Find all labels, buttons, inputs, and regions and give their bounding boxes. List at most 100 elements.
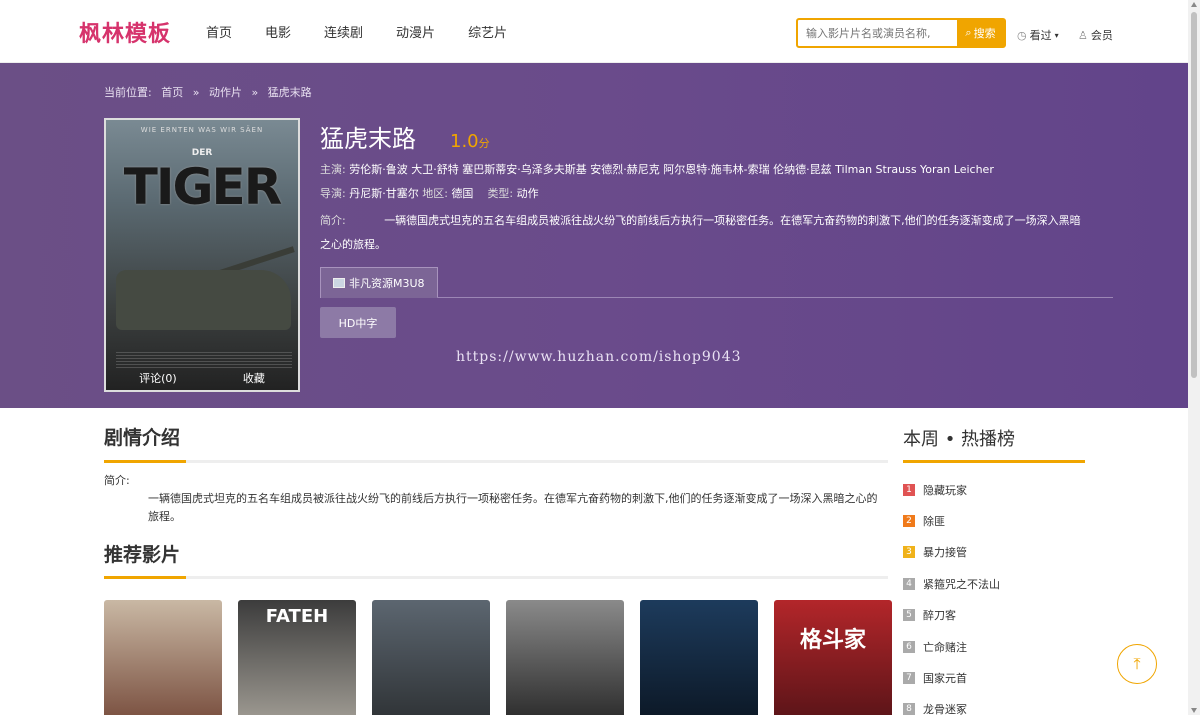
nav-home[interactable]: 首页 <box>206 22 232 41</box>
flag-icon <box>333 278 345 288</box>
breadcrumb: 当前位置: 首页 » 动作片 » 猛虎末路 <box>104 84 318 100</box>
watermark-text: https://www.huzhan.com/ishop9043 <box>456 349 742 365</box>
tank-illustration <box>116 270 291 330</box>
search-input[interactable] <box>798 20 957 46</box>
caret-down-icon: ▾ <box>1054 30 1059 40</box>
comments-link[interactable]: 评论(0) <box>139 370 177 386</box>
back-to-top-button[interactable]: ⤒ <box>1117 644 1157 684</box>
nav-series[interactable]: 连续剧 <box>324 22 363 41</box>
ranking-title: 醉刀客 <box>923 609 956 623</box>
ranking-title: 暴力接管 <box>923 546 967 560</box>
source-divider <box>437 297 1113 298</box>
plot-body: 一辆德国虎式坦克的五名车组成员被派往战火纷飞的前线后方执行一项秘密任务。在德军亢… <box>148 492 878 523</box>
arrow-up-icon: ⤒ <box>1133 654 1141 673</box>
breadcrumb-home[interactable]: 首页 <box>161 86 183 99</box>
recommend-section-title: 推荐影片 <box>104 544 181 566</box>
director-name[interactable]: 丹尼斯·甘塞尔 <box>349 187 419 200</box>
ranking-item[interactable]: 7 国家元首 <box>903 662 1085 693</box>
intro-row: 简介: 一辆德国虎式坦克的五名车组成员被派往战火纷飞的前线后方执行一项秘密任务。… <box>320 209 1090 257</box>
cast-label: 主演: <box>320 163 346 176</box>
recommend-card[interactable] <box>104 600 222 715</box>
history-link[interactable]: ◷ 看过 ▾ <box>1017 27 1059 43</box>
movie-poster[interactable]: WIE ERNTEN WAS WIR SÄEN DER TIGER 评论(0) … <box>104 118 300 392</box>
episode-button[interactable]: HD中字 <box>320 307 396 338</box>
favorite-link[interactable]: 收藏 <box>243 370 265 386</box>
movie-hero: 当前位置: 首页 » 动作片 » 猛虎末路 WIE ERNTEN WAS WIR… <box>0 63 1188 408</box>
region-value: 德国 <box>451 187 474 200</box>
source-tab[interactable]: 非凡资源M3U8 <box>320 267 438 298</box>
breadcrumb-category[interactable]: 动作片 <box>209 86 242 99</box>
search-icon: ⌕ <box>965 26 972 39</box>
cast-row: 主演: 劳伦斯·鲁波 大卫·舒特 塞巴斯蒂安·乌泽多夫斯基 安德烈·赫尼克 阿尔… <box>320 161 994 177</box>
rank-number: 2 <box>903 515 915 528</box>
score-value: 1.0 <box>450 131 479 152</box>
ranking-title: 亡命赌注 <box>923 640 967 654</box>
director-label: 导演: <box>320 187 346 200</box>
rank-number: 8 <box>903 703 915 715</box>
nav-variety[interactable]: 综艺片 <box>468 22 507 41</box>
ranking-item[interactable]: 2 除匪 <box>903 505 1085 536</box>
poster-credits <box>116 350 292 368</box>
recommend-card[interactable]: FATEH <box>238 600 356 715</box>
main-nav: 首页 电影 连续剧 动漫片 综艺片 <box>206 22 540 41</box>
score-unit: 分 <box>478 137 490 150</box>
ranking-title: 龙骨迷冢 <box>923 703 967 715</box>
breadcrumb-current: 猛虎末路 <box>267 86 312 99</box>
director-row: 导演: 丹尼斯·甘塞尔 地区: 德国 类型: 动作 <box>320 185 539 201</box>
breadcrumb-sep: » <box>251 86 259 99</box>
recommend-card[interactable]: 格斗家 <box>774 600 892 715</box>
movie-title: 猛虎末路 <box>320 125 416 153</box>
scroll-up-arrow-icon[interactable] <box>1191 2 1197 7</box>
page-scrollbar[interactable] <box>1188 0 1200 715</box>
recommend-card-title: FATEH <box>265 606 329 627</box>
recommend-grid: FATEH 格斗家 <box>104 600 892 715</box>
ranking-item[interactable]: 4 紧箍咒之不法山 <box>903 568 1085 599</box>
scroll-down-arrow-icon[interactable] <box>1191 708 1197 713</box>
search-button-label: 搜索 <box>973 27 996 40</box>
ranking-title: 国家元首 <box>923 672 967 686</box>
recommend-card-title: 格斗家 <box>799 628 866 653</box>
ranking-item[interactable]: 8 龙骨迷冢 <box>903 694 1085 715</box>
member-label: 会员 <box>1090 29 1113 42</box>
rank-number: 7 <box>903 672 915 685</box>
member-link[interactable]: ♙ 会员 <box>1078 27 1113 43</box>
rank-number: 3 <box>903 546 915 559</box>
source-tab-label: 非凡资源M3U8 <box>349 277 425 290</box>
user-icon: ♙ <box>1078 28 1088 42</box>
poster-actions: 评论(0) 收藏 <box>106 370 298 386</box>
ranking-item[interactable]: 1 隐藏玩家 <box>903 474 1085 505</box>
nav-movie[interactable]: 电影 <box>265 22 291 41</box>
breadcrumb-label: 当前位置: <box>104 86 152 99</box>
scrollbar-thumb[interactable] <box>1191 12 1197 378</box>
ranking-item[interactable]: 6 亡命赌注 <box>903 631 1085 662</box>
ranking-title: 除匪 <box>923 515 945 529</box>
poster-tagline: WIE ERNTEN WAS WIR SÄEN <box>140 126 264 134</box>
rank-number: 1 <box>903 483 915 496</box>
plot-label: 简介: <box>104 474 130 487</box>
breadcrumb-sep: » <box>192 86 200 99</box>
ranking-item[interactable]: 5 醉刀客 <box>903 600 1085 631</box>
recommend-card[interactable] <box>640 600 758 715</box>
search-box: ⌕ 搜索 <box>796 18 1006 48</box>
rank-number: 4 <box>903 577 915 590</box>
type-value[interactable]: 动作 <box>517 187 539 200</box>
cast-list[interactable]: 劳伦斯·鲁波 大卫·舒特 塞巴斯蒂安·乌泽多夫斯基 安德烈·赫尼克 阿尔恩特·施… <box>349 163 994 176</box>
type-label: 类型: <box>487 187 514 200</box>
site-logo[interactable]: 枫林模板 <box>79 16 171 48</box>
ranking-title: 紧箍咒之不法山 <box>923 577 1000 591</box>
title-row: 猛虎末路 1.0分 <box>320 119 490 154</box>
hot-ranking-list: 1 隐藏玩家 2 除匪 3 暴力接管 4 紧箍咒之不法山 5 醉刀客 6 亡命赌注 7 国家元… <box>903 474 1085 715</box>
nav-anime[interactable]: 动漫片 <box>396 22 435 41</box>
rank-number: 6 <box>903 640 915 653</box>
intro-label: 简介: <box>320 214 346 227</box>
plot-text: 简介: 一辆德国虎式坦克的五名车组成员被派往战火纷飞的前线后方执行一项秘密任务。… <box>104 472 888 526</box>
recommend-card[interactable] <box>506 600 624 715</box>
recommend-section-divider <box>104 576 888 579</box>
rank-number: 5 <box>903 609 915 622</box>
ranking-item[interactable]: 3 暴力接管 <box>903 537 1085 568</box>
region-label: 地区: <box>422 187 448 200</box>
site-header: 枫林模板 首页 电影 连续剧 动漫片 综艺片 ⌕ 搜索 ◷ 看过 ▾ ♙ 会员 <box>0 0 1188 63</box>
recommend-card[interactable] <box>372 600 490 715</box>
search-button[interactable]: ⌕ 搜索 <box>957 20 1004 46</box>
clock-icon: ◷ <box>1017 28 1027 42</box>
